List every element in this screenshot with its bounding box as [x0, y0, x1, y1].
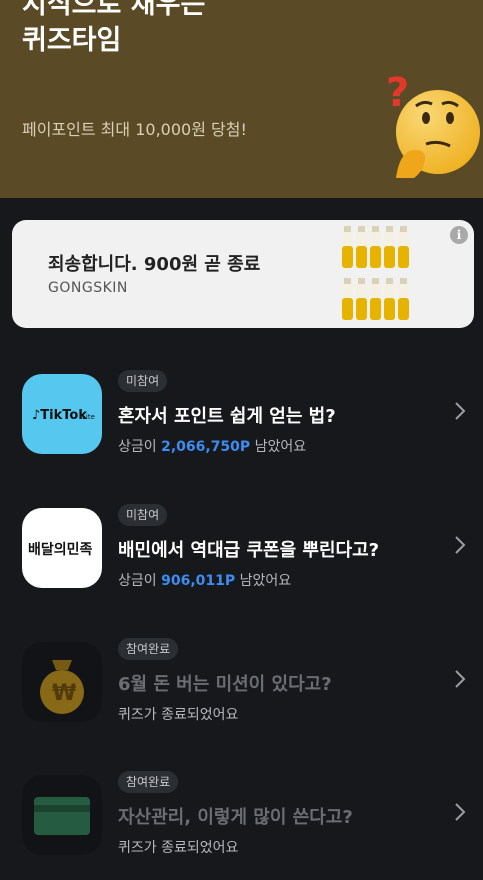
status-badge: 참여완료: [118, 771, 179, 793]
money-bag-icon: ₩: [22, 642, 102, 722]
quiz-ended-text: 퀴즈가 종료되었어요: [118, 840, 239, 856]
quiz-item[interactable]: 참여완료 자산관리, 이렇게 많이 쓴다고? 퀴즈가 종료되었어요: [0, 771, 483, 880]
prize-remaining: 상금이 906,011P 남았어요: [118, 573, 292, 589]
svg-text:Lite: Lite: [82, 413, 95, 421]
ad-title: 죄송합니다. 900원 곧 종료: [48, 254, 261, 275]
prize-remaining: 상금이 2,066,750P 남았어요: [118, 439, 307, 455]
quiz-question: 혼자서 포인트 쉽게 얻는 법?: [118, 406, 336, 427]
header-title-line2: 퀴즈타임: [22, 25, 122, 56]
quiz-item[interactable]: ₩ 참여완료 6월 돈 버는 미션이 있다고? 퀴즈가 종료되었어요: [0, 638, 483, 770]
chevron-right-icon: [455, 402, 466, 420]
card-icon: [22, 775, 102, 855]
product-tubes-image: [342, 226, 409, 320]
prize-amount: 2,066,750P: [161, 439, 251, 455]
quiz-item[interactable]: 배달의민족 미참여 배민에서 역대급 쿠폰을 뿌린다고? 상금이 906,011…: [0, 504, 483, 636]
svg-text:♪TikTok: ♪TikTok: [32, 408, 87, 423]
quiz-question: 자산관리, 이렇게 많이 쓴다고?: [118, 807, 353, 828]
status-badge: 미참여: [118, 504, 168, 526]
svg-text:₩: ₩: [52, 681, 76, 706]
chevron-right-icon: [455, 803, 466, 821]
tiktok-lite-logo-icon: ♪TikTok Lite: [22, 374, 102, 454]
ad-brand: GONGSKIN: [48, 280, 128, 296]
quiz-item[interactable]: ♪TikTok Lite 미참여 혼자서 포인트 쉽게 얻는 법? 상금이 2,…: [0, 370, 483, 502]
thinking-face-icon: ?: [386, 70, 480, 178]
quiz-header-banner: 지식으로 채우는 퀴즈타임 페이포인트 최대 10,000원 당첨! ?: [0, 0, 483, 198]
chevron-right-icon: [455, 670, 466, 688]
prize-amount: 906,011P: [161, 573, 236, 589]
ad-info-icon[interactable]: i: [450, 226, 468, 244]
chevron-right-icon: [455, 536, 466, 554]
status-badge: 참여완료: [118, 638, 179, 660]
baemin-logo-icon: 배달의민족: [22, 508, 102, 588]
status-badge: 미참여: [118, 370, 168, 392]
header-subtitle: 페이포인트 최대 10,000원 당첨!: [22, 120, 247, 139]
svg-text:배달의민족: 배달의민족: [28, 541, 93, 558]
svg-text:?: ?: [386, 70, 409, 116]
quiz-question: 배민에서 역대급 쿠폰을 뿌린다고?: [118, 540, 380, 561]
quiz-question: 6월 돈 버는 미션이 있다고?: [118, 674, 332, 695]
quiz-ended-text: 퀴즈가 종료되었어요: [118, 707, 239, 723]
ad-banner[interactable]: 죄송합니다. 900원 곧 종료 GONGSKIN i: [12, 220, 474, 328]
